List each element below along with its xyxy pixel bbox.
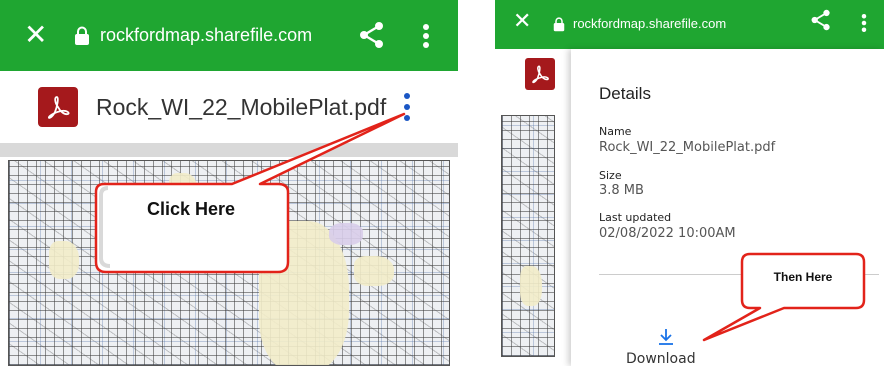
then-here-callout-bubble <box>702 252 866 342</box>
then-here-callout-text: Then Here <box>773 270 833 284</box>
click-here-callout-text: Click Here <box>146 199 236 219</box>
click-here-callout-bubble <box>94 112 406 274</box>
callout-overlay <box>94 112 866 342</box>
